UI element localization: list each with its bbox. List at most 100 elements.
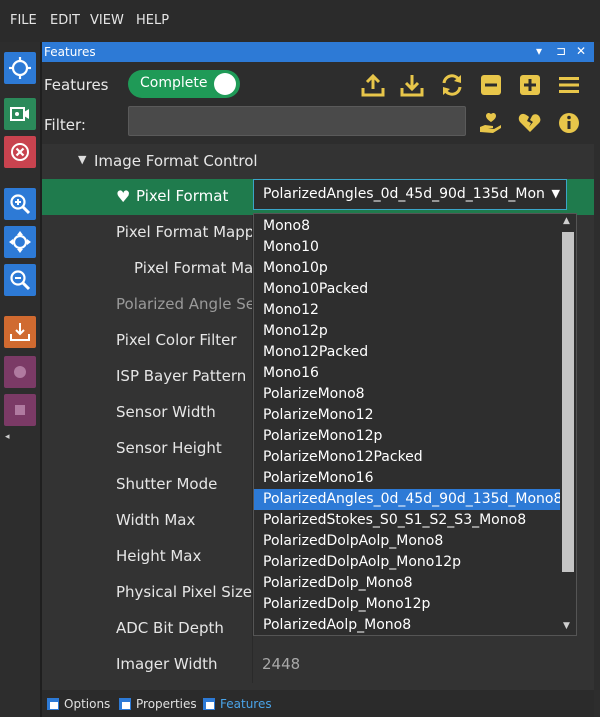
scroll-down-icon[interactable]: ▼ bbox=[563, 621, 570, 631]
pixel-format-option[interactable]: PolarizedAolp_Mono8 bbox=[254, 615, 560, 635]
pixel-format-option[interactable]: Mono8 bbox=[254, 216, 560, 237]
list-scrollbar[interactable]: ▲ ▼ bbox=[560, 214, 576, 635]
toggle-knob bbox=[214, 73, 236, 95]
menu-edit[interactable]: EDIT bbox=[50, 13, 80, 28]
panel-close-icon[interactable]: ✕ bbox=[576, 44, 586, 58]
broken-heart-button[interactable] bbox=[515, 108, 545, 138]
pixel-format-option[interactable]: PolarizedDolp_Mono8 bbox=[254, 573, 560, 594]
pixel-format-option[interactable]: PolarizedDolpAolp_Mono8 bbox=[254, 531, 560, 552]
refresh-icon bbox=[442, 74, 462, 96]
stop-square-icon bbox=[15, 405, 25, 415]
chevron-down-icon[interactable]: ▼ bbox=[78, 153, 86, 166]
tree-row-label: ISP Bayer Pattern bbox=[116, 367, 247, 385]
tree-row-label: Shutter Mode bbox=[116, 475, 218, 493]
record-button[interactable] bbox=[4, 356, 36, 388]
crosshair-button[interactable] bbox=[4, 52, 36, 84]
expand-all-button[interactable] bbox=[515, 70, 545, 100]
features-panel-titlebar: Features ▾ ⊐ ✕ bbox=[42, 42, 594, 62]
filter-input[interactable] bbox=[128, 106, 466, 136]
tree-row-label: Polarized Angle Selector bbox=[116, 295, 252, 313]
pixel-format-option[interactable]: Mono16 bbox=[254, 363, 560, 384]
pixel-format-option[interactable]: PolarizedDolpAolp_Mono12p bbox=[254, 552, 560, 573]
zoom-in-button[interactable] bbox=[4, 188, 36, 220]
stop-button[interactable] bbox=[4, 136, 36, 168]
menu-bar: FILE EDIT VIEW HELP bbox=[0, 0, 600, 42]
tree-row-label: Sensor Height bbox=[116, 439, 222, 457]
tree-row-label: Physical Pixel Size bbox=[116, 583, 252, 601]
video-camera-icon bbox=[10, 107, 29, 121]
pixel-format-option[interactable]: PolarizedDolp_Mono12p bbox=[254, 594, 560, 615]
heart-icon[interactable]: ♥ bbox=[116, 187, 130, 206]
panel-menu-icon[interactable]: ▾ bbox=[536, 44, 542, 58]
menu-help[interactable]: HELP bbox=[136, 13, 169, 28]
record-dot-icon bbox=[14, 366, 26, 378]
download-button[interactable] bbox=[397, 70, 427, 100]
chevron-down-icon[interactable]: ▼ bbox=[552, 187, 560, 200]
refresh-button[interactable] bbox=[437, 70, 467, 100]
menu-file[interactable]: FILE bbox=[10, 13, 37, 28]
tree-row-imager-width[interactable]: Imager Width 2448 bbox=[42, 647, 594, 683]
menu-view[interactable]: VIEW bbox=[90, 13, 124, 28]
tree-group-row[interactable]: ▼ Image Format Control bbox=[42, 144, 594, 180]
upload-button[interactable] bbox=[358, 70, 388, 100]
pixel-format-option[interactable]: PolarizeMono12p bbox=[254, 426, 560, 447]
tree-row-label: Imager Width bbox=[116, 655, 218, 673]
complete-toggle[interactable]: Complete bbox=[128, 70, 240, 98]
pixel-format-option[interactable]: Mono12 bbox=[254, 300, 560, 321]
tree-row-label: Pixel Format Mapping bbox=[134, 259, 252, 277]
scroll-up-icon[interactable]: ▲ bbox=[563, 216, 570, 226]
menu-button[interactable] bbox=[554, 70, 584, 100]
record-video-button[interactable] bbox=[4, 98, 36, 130]
download-tray-button[interactable] bbox=[4, 316, 36, 348]
pixel-format-option[interactable]: PolarizeMono12Packed bbox=[254, 447, 560, 468]
plus-box-icon bbox=[520, 75, 540, 95]
options-tab-icon bbox=[47, 697, 59, 710]
pixel-format-select[interactable]: PolarizedAngles_0d_45d_90d_135d_Mon ▼ bbox=[253, 179, 567, 210]
pixel-format-option[interactable]: Mono10p bbox=[254, 258, 560, 279]
tree-row-label: Sensor Width bbox=[116, 403, 216, 421]
pixel-format-current-value: PolarizedAngles_0d_45d_90d_135d_Mon bbox=[263, 186, 545, 202]
tree-row-label: Width Max bbox=[116, 511, 196, 529]
pixel-format-option[interactable]: Mono10Packed bbox=[254, 279, 560, 300]
favorites-hand-button[interactable] bbox=[476, 108, 506, 138]
panel-float-icon[interactable]: ⊐ bbox=[556, 44, 566, 58]
stop-square-button[interactable] bbox=[4, 394, 36, 426]
pixel-format-options-list[interactable]: Mono8 Mono10 Mono10p Mono10Packed Mono12… bbox=[253, 213, 577, 636]
collapse-all-button[interactable] bbox=[476, 70, 506, 100]
pixel-format-option[interactable]: PolarizedStokes_S0_S1_S2_S3_Mono8 bbox=[254, 510, 560, 531]
features-tab-icon bbox=[203, 697, 215, 710]
tree-row-label: ADC Bit Depth bbox=[116, 619, 224, 637]
tab-properties[interactable]: Properties bbox=[118, 690, 197, 717]
info-button[interactable] bbox=[554, 108, 584, 138]
collapse-arrow-icon[interactable]: ◂ bbox=[5, 432, 10, 442]
download-tray-icon bbox=[10, 323, 30, 341]
tree-group-label: Image Format Control bbox=[94, 152, 258, 170]
minus-box-icon bbox=[481, 75, 501, 95]
tree-row-label: Pixel Color Filter bbox=[116, 331, 237, 349]
zoom-out-icon bbox=[10, 270, 31, 291]
info-icon bbox=[559, 113, 579, 133]
pixel-format-option[interactable]: Mono12p bbox=[254, 321, 560, 342]
zoom-in-icon bbox=[10, 194, 31, 215]
properties-tab-icon bbox=[119, 697, 131, 710]
hand-heart-icon bbox=[480, 112, 501, 133]
pixel-format-option[interactable]: Mono12Packed bbox=[254, 342, 560, 363]
pixel-format-option[interactable]: PolarizeMono12 bbox=[254, 405, 560, 426]
broken-heart-icon bbox=[518, 113, 541, 132]
scrollbar-thumb[interactable] bbox=[562, 232, 574, 572]
pixel-format-option[interactable]: PolarizeMono8 bbox=[254, 384, 560, 405]
tab-features[interactable]: Features bbox=[202, 690, 272, 717]
tree-row-label: Height Max bbox=[116, 547, 202, 565]
tab-options[interactable]: Options bbox=[46, 690, 110, 717]
crosshair-icon bbox=[9, 57, 31, 79]
filter-label: Filter: bbox=[44, 116, 86, 134]
upload-icon bbox=[361, 73, 385, 97]
zoom-out-button[interactable] bbox=[4, 264, 36, 296]
zoom-fit-button[interactable] bbox=[4, 226, 36, 258]
column-divider bbox=[252, 647, 253, 683]
tree-row-value: 2448 bbox=[262, 655, 301, 673]
hamburger-icon bbox=[559, 77, 579, 93]
pixel-format-option-selected[interactable]: PolarizedAngles_0d_45d_90d_135d_Mono8 bbox=[254, 489, 562, 510]
pixel-format-option[interactable]: Mono10 bbox=[254, 237, 560, 258]
pixel-format-option[interactable]: PolarizeMono16 bbox=[254, 468, 560, 489]
